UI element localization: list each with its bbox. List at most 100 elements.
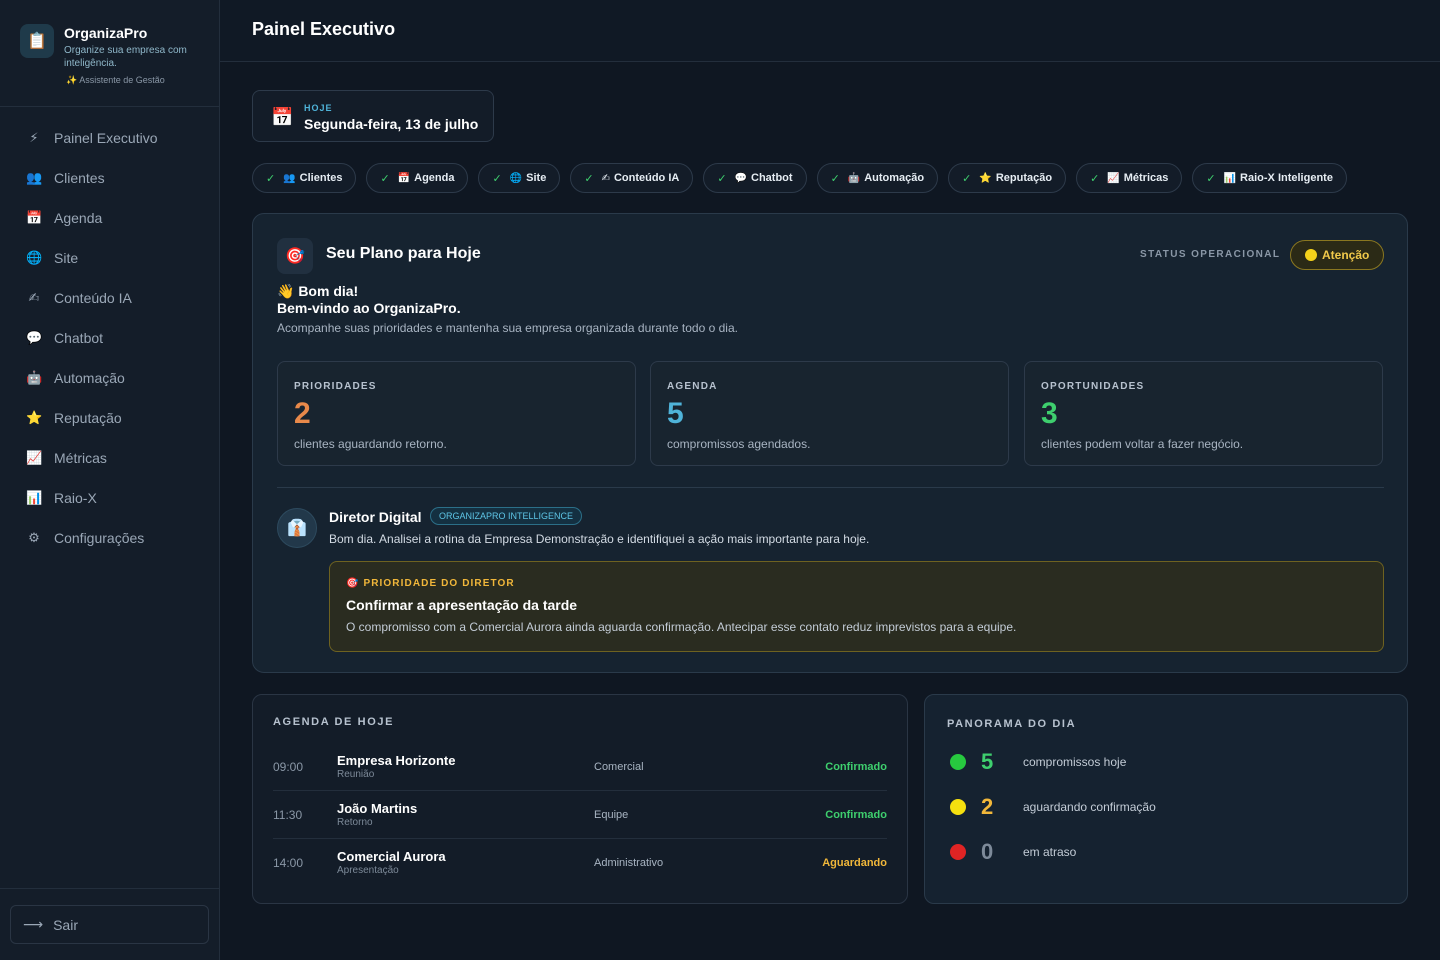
writing-hand-icon: ✍ <box>28 290 40 305</box>
overview-row: 0 em atraso <box>950 839 1076 864</box>
overview-row: 5 compromissos hoje <box>950 749 1127 774</box>
logout-label: Sair <box>53 916 78 933</box>
chip-clientes[interactable]: ✓ 👥 Clientes <box>252 163 357 193</box>
check-icon: ✓ <box>830 172 840 185</box>
chip-metricas[interactable]: ✓ 📈 Métricas <box>1076 163 1183 193</box>
table-row[interactable]: 09:00 Empresa Horizonte Reunião Comercia… <box>273 743 887 791</box>
chip-site[interactable]: ✓ 🌐 Site <box>478 163 561 193</box>
arrow-right-icon: ⟶ <box>23 916 44 932</box>
sidebar-item-automacao[interactable]: 🤖 Automação <box>0 358 219 398</box>
green-dot-icon <box>950 754 966 770</box>
plan-divider <box>277 487 1384 488</box>
greeting: 👋 Bom dia! <box>277 283 359 299</box>
chip-agenda[interactable]: ✓ 📅 Agenda <box>366 163 469 193</box>
sidebar-item-label: Métricas <box>54 450 107 466</box>
day-overview-card: PANORAMA DO DIA 5 compromissos hoje 2 ag… <box>924 694 1408 904</box>
sidebar-item-metricas[interactable]: 📈 Métricas <box>0 438 219 478</box>
sidebar-item-conteudo-ia[interactable]: ✍ Conteúdo IA <box>0 278 219 318</box>
stat-card-oportunidades: OPORTUNIDADES 3 clientes podem voltar a … <box>1024 361 1383 466</box>
chip-label: Reputação <box>995 172 1053 184</box>
sidebar-item-reputacao[interactable]: ⭐ Reputação <box>0 398 219 438</box>
sidebar-item-agenda[interactable]: 📅 Agenda <box>0 198 219 238</box>
sidebar-item-clientes[interactable]: 👥 Clientes <box>0 158 219 198</box>
chip-raio-x[interactable]: ✓ 📊 Raio-X Inteligente <box>1192 163 1347 193</box>
stat-value: 5 <box>667 397 684 430</box>
chip-reputacao[interactable]: ✓ ⭐ Reputação <box>948 163 1067 193</box>
chip-automacao[interactable]: ✓ 🤖 Automação <box>816 163 939 193</box>
chip-label: Site <box>526 172 547 184</box>
today-agenda-card: AGENDA DE HOJE 09:00 Empresa Horizonte R… <box>252 694 908 904</box>
calendar-icon: 📅 <box>397 172 411 184</box>
table-row[interactable]: 11:30 João Martins Retorno Equipe Confir… <box>273 791 887 839</box>
sidebar-item-raio-x[interactable]: 📊 Raio-X <box>0 478 219 518</box>
priority-desc: O compromisso com a Comercial Aurora ain… <box>346 620 1017 634</box>
calendar-icon: 📅 <box>26 210 43 225</box>
stat-card-prioridades: PRIORIDADES 2 clientes aguardando retorn… <box>277 361 636 466</box>
writing-hand-icon: ✍ <box>601 172 610 184</box>
table-row[interactable]: 14:00 Comercial Aurora Apresentação Admi… <box>273 839 887 887</box>
sidebar-item-configuracoes[interactable]: ⚙ Configurações <box>0 518 219 558</box>
sidebar-nav: ⚡ Painel Executivo 👥 Clientes 📅 Agenda 🌐 Sit… <box>0 118 219 558</box>
sidebar-item-site[interactable]: 🌐 Site <box>0 238 219 278</box>
stat-desc: compromissos agendados. <box>667 437 811 451</box>
stat-label: OPORTUNIDADES <box>1041 381 1145 392</box>
chip-chatbot[interactable]: ✓ 💬 Chatbot <box>703 163 807 193</box>
target-icon: 🎯 <box>346 578 360 589</box>
target-icon: 🎯 <box>277 238 313 274</box>
director-name: Diretor Digital <box>329 509 422 525</box>
chip-conteudo-ia[interactable]: ✓ ✍ Conteúdo IA <box>570 163 694 193</box>
appointment-name: Empresa Horizonte <box>337 753 456 768</box>
globe-icon: 🌐 <box>26 250 43 265</box>
appointment-status: Confirmado <box>825 761 887 773</box>
agenda-title: AGENDA DE HOJE <box>273 716 395 728</box>
appointment-status: Aguardando <box>822 857 887 869</box>
sidebar-item-label: Painel Executivo <box>54 130 158 146</box>
check-icon: ✓ <box>1206 172 1216 185</box>
overview-text: aguardando confirmação <box>1023 800 1156 814</box>
sidebar-item-chatbot[interactable]: 💬 Chatbot <box>0 318 219 358</box>
chip-label: Agenda <box>414 172 455 184</box>
bar-chart-icon: 📊 <box>1223 172 1237 184</box>
appointment-type: Apresentação <box>337 865 399 876</box>
sidebar-item-label: Conteúdo IA <box>54 290 132 306</box>
appointment-dept: Comercial <box>594 761 644 773</box>
lightning-icon: ⚡ <box>29 130 39 145</box>
users-icon: 👥 <box>26 170 43 185</box>
brand-subtitle: ✨ Assistente de Gestão <box>66 75 165 85</box>
overview-row: 2 aguardando confirmação <box>950 794 1156 819</box>
appointment-name: Comercial Aurora <box>337 849 446 864</box>
stat-desc: clientes aguardando retorno. <box>294 437 447 451</box>
speech-bubble-icon: 💬 <box>734 172 748 184</box>
stat-label: AGENDA <box>667 381 718 392</box>
welcome-text: Bem-vindo ao OrganizaPro. <box>277 300 461 316</box>
status-label: STATUS OPERACIONAL <box>1140 249 1281 260</box>
chip-label: Chatbot <box>751 172 793 184</box>
check-icon: ✓ <box>1090 172 1100 185</box>
sidebar-item-label: Raio-X <box>54 490 97 506</box>
red-dot-icon <box>950 844 966 860</box>
check-icon: ✓ <box>266 172 276 185</box>
chip-label: Automação <box>864 172 925 184</box>
today-card: 📅 HOJE Segunda-feira, 13 de julho <box>252 90 494 142</box>
plan-title: Seu Plano para Hoje <box>326 245 481 262</box>
director-avatar-icon: 👔 <box>277 508 317 548</box>
sidebar-divider <box>0 106 219 107</box>
sparkles-icon: ✨ <box>66 75 78 85</box>
bar-chart-icon: 📊 <box>26 490 43 505</box>
logout-button[interactable]: ⟶ Sair <box>10 905 209 944</box>
brand-name: OrganizaPro <box>64 25 148 41</box>
chart-up-icon: 📈 <box>1107 172 1120 184</box>
stat-label: PRIORIDADES <box>294 381 377 392</box>
appointment-time: 14:00 <box>273 856 304 870</box>
appointment-type: Reunião <box>337 769 375 780</box>
check-icon: ✓ <box>584 172 594 185</box>
overview-text: compromissos hoje <box>1023 755 1127 769</box>
appointment-name: João Martins <box>337 801 418 816</box>
overview-value: 2 <box>981 794 994 819</box>
sidebar-item-painel-executivo[interactable]: ⚡ Painel Executivo <box>0 118 219 158</box>
globe-icon: 🌐 <box>509 172 523 184</box>
status-badge: Atenção <box>1290 240 1384 270</box>
chart-up-icon: 📈 <box>26 450 43 465</box>
check-icon: ✓ <box>380 172 390 185</box>
chip-label: Métricas <box>1123 172 1169 184</box>
